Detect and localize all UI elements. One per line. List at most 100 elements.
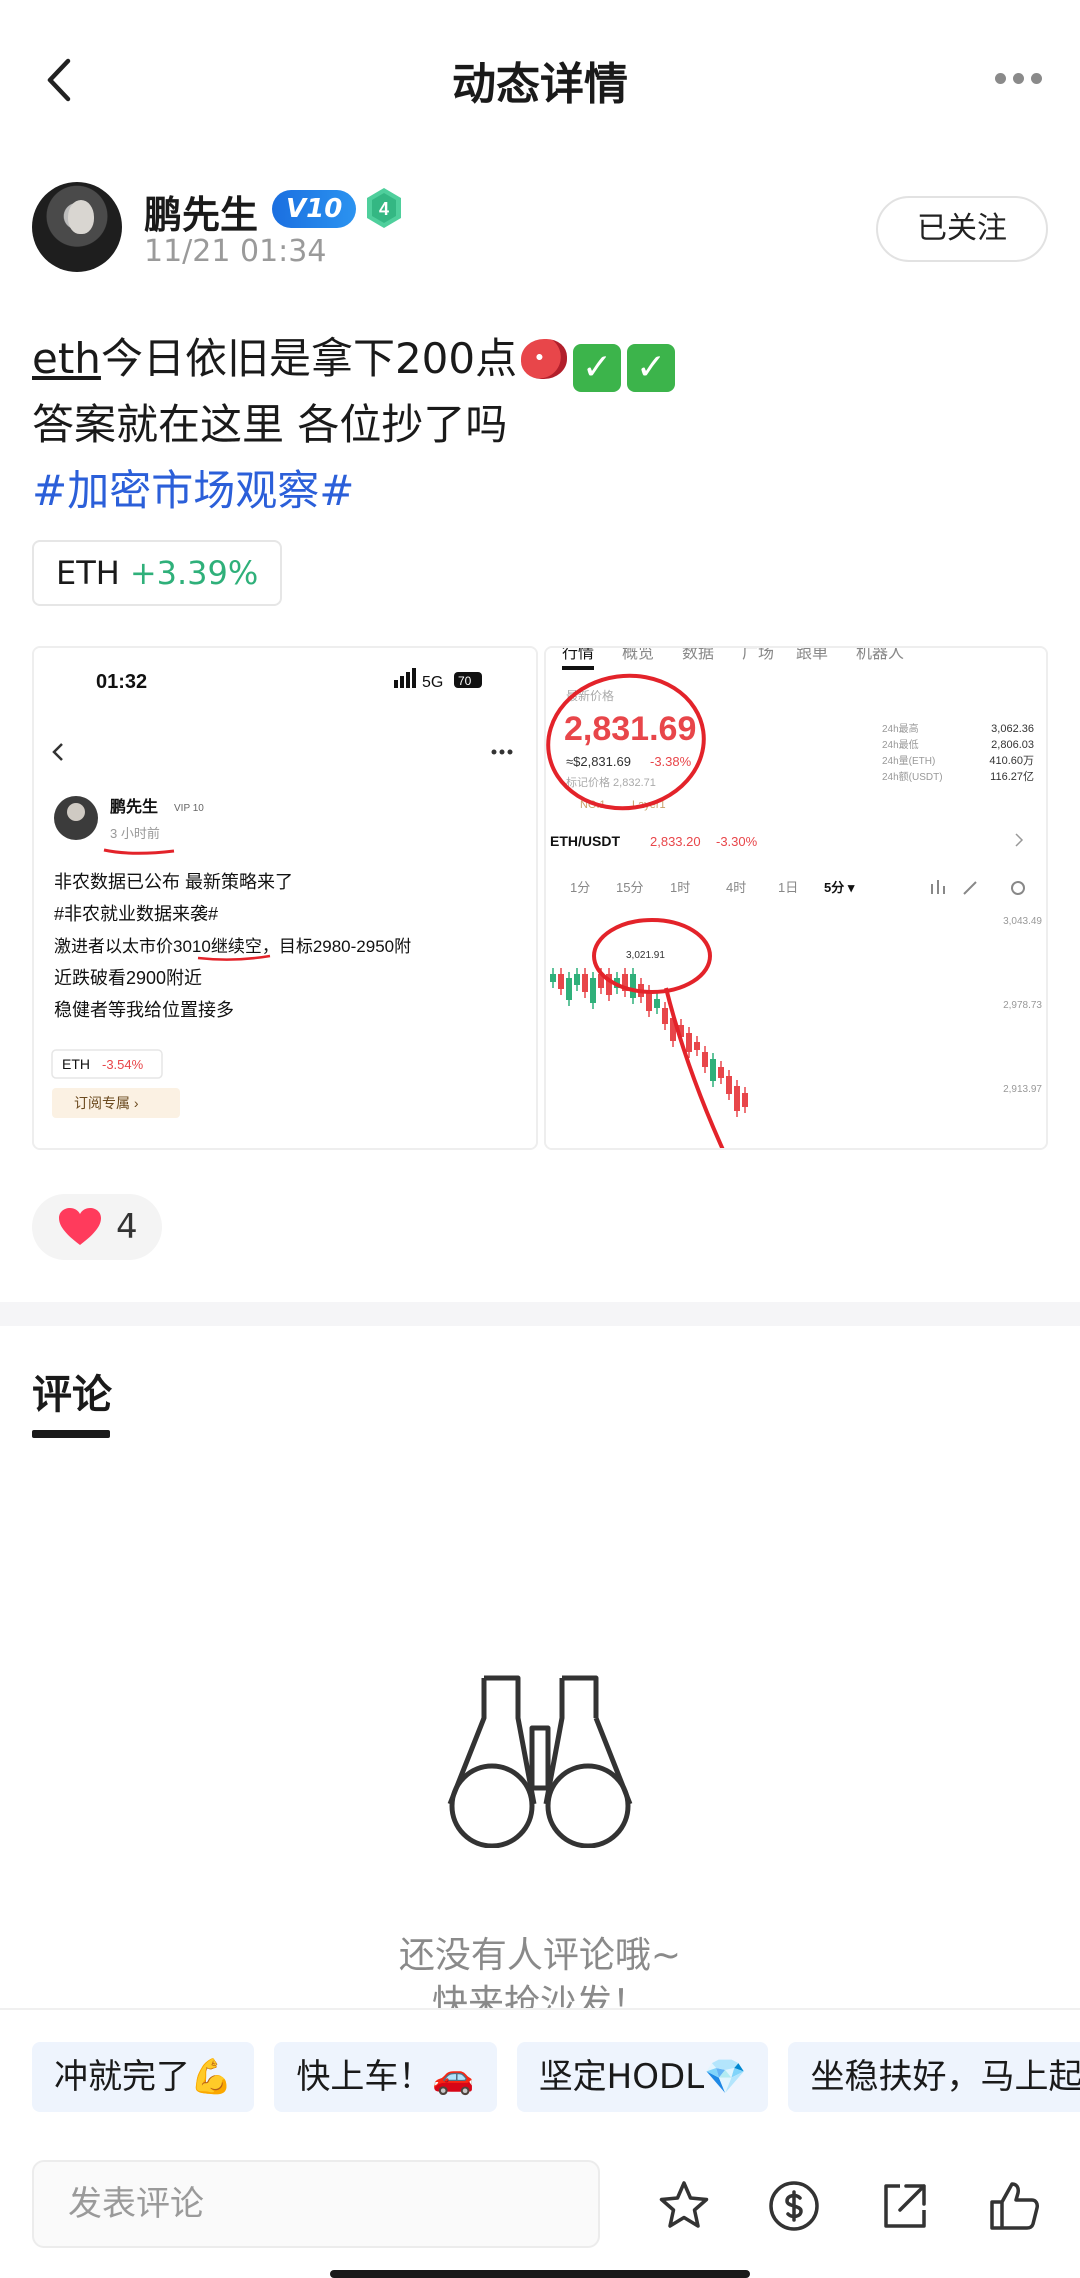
candle-body <box>558 974 564 989</box>
comment-input[interactable]: 发表评论 <box>32 2160 600 2248</box>
candle-body <box>574 974 580 985</box>
image-line-4: 近跌破看2900附近 <box>54 968 202 988</box>
candle-body <box>734 1086 740 1111</box>
market-tab: 行情 <box>562 648 594 662</box>
market-price-change: -3.38% <box>650 754 692 769</box>
author-name[interactable]: 鹏先生 <box>144 184 258 239</box>
quick-reply-chip[interactable]: 坐稳扶好，马上起飞 <box>788 2042 1080 2112</box>
interval: 15分 <box>616 880 643 895</box>
post-image-2[interactable]: 行情 概览 数据 广场 跟单 机器人 最新价格 2,831.69 ≈$2,831… <box>544 646 1048 1150</box>
candle-body <box>582 974 588 992</box>
level-number: 4 <box>379 199 389 219</box>
candle-body <box>662 1008 668 1024</box>
image-vip: VIP 10 <box>174 803 204 814</box>
like-count: 4 <box>116 1207 138 1247</box>
quick-reply-chip[interactable]: 坚定HODL💎 <box>516 2042 769 2112</box>
check-mark-icon: ✓ <box>573 344 622 392</box>
candle-body <box>630 974 636 998</box>
candle-body <box>654 999 660 1008</box>
pair-label: ETH/USDT <box>550 833 620 849</box>
image-line-5: 稳健者等我给位置接多 <box>54 1000 234 1020</box>
author-row: 鹏先生 V10 4 11/21 01:34 已关注 <box>32 182 1048 278</box>
image-time-ago: 3 小时前 <box>110 826 160 841</box>
quick-replies: 冲就完了💪 快上车！🚗 坚定HODL💎 坐稳扶好，马上起飞 <box>32 2042 1080 2114</box>
post-time: 11/21 01:34 <box>144 234 327 269</box>
page-title: 动态详情 <box>452 59 628 110</box>
stat-label: 24h最高 <box>882 722 919 735</box>
quick-reply-chip[interactable]: 快上车！🚗 <box>274 2042 497 2112</box>
more-options-button[interactable] <box>988 60 1048 96</box>
binoculars-icon <box>447 1675 633 1848</box>
pair-price: 2,833.20 <box>650 834 701 849</box>
avatar[interactable] <box>32 182 122 272</box>
empty-comments-subtext: 快来抢沙发！ <box>431 1983 648 2008</box>
post-line-2: 答案就在这里 各位抄了吗 <box>32 400 508 449</box>
interval: 1日 <box>778 880 798 895</box>
share-icon[interactable] <box>876 2178 932 2234</box>
candle-body <box>702 1052 708 1067</box>
coin-change: +3.39% <box>129 554 259 592</box>
candle-body <box>550 974 556 982</box>
market-tab: 数据 <box>682 648 714 662</box>
coin-tag[interactable]: ETH +3.39% <box>32 540 283 606</box>
stat-value: 116.27亿 <box>990 770 1034 783</box>
interval: 1时 <box>670 880 690 895</box>
tip-coin-icon[interactable] <box>766 2178 822 2234</box>
interval: 1分 <box>570 880 590 895</box>
market-tab: 跟单 <box>796 648 828 662</box>
bottom-bar: 冲就完了💪 快上车！🚗 坚定HODL💎 坐稳扶好，马上起飞 发表评论 <box>0 2008 1080 2278</box>
status-time: 01:32 <box>96 671 147 693</box>
candle-body <box>718 1067 724 1078</box>
heart-icon <box>59 1208 101 1245</box>
image-line-3: 激进者以太市价3010继续空，目标2980-2950附 <box>54 937 411 956</box>
quick-reply-chip[interactable]: 冲就完了💪 <box>32 2042 255 2112</box>
post-line-1-text: 今日依旧是拿下200点 <box>100 334 518 383</box>
level-badge-icon: 4 <box>367 188 401 228</box>
image-subscribe: 订阅专属 › <box>74 1095 139 1111</box>
screenshot-post-image: 01:32 5G 70 鹏先生 VIP 10 3 小时前 非农数据已公布 最新策… <box>34 648 536 1148</box>
post-coin-word[interactable]: eth <box>32 334 101 383</box>
candle-body <box>590 978 596 1003</box>
follow-button[interactable]: 已关注 <box>876 196 1048 262</box>
like-button[interactable]: 4 <box>32 1194 162 1260</box>
axis-label: 2,978.73 <box>1003 1000 1042 1011</box>
candle-body <box>694 1042 700 1050</box>
stat-label: 24h最低 <box>882 738 919 751</box>
battery-level: 70 <box>458 674 472 688</box>
empty-comments-text: 还没有人评论哦~ <box>398 1935 682 1976</box>
network-label: 5G <box>422 674 443 691</box>
candle-body <box>710 1059 716 1081</box>
post-line-1: eth今日依旧是拿下200点 ✓ ✓ <box>32 326 1048 392</box>
post-images: 01:32 5G 70 鹏先生 VIP 10 3 小时前 非农数据已公布 最新策… <box>32 646 1048 1150</box>
stat-value: 2,806.03 <box>991 739 1034 751</box>
stat-value: 3,062.36 <box>991 723 1034 735</box>
tab-indicator <box>32 1430 110 1438</box>
axis-label: 2,913.97 <box>1003 1084 1042 1095</box>
image-coin-change: -3.54% <box>102 1057 144 1072</box>
candle-body <box>742 1093 748 1107</box>
mark-price: 标记价格 2,832.71 <box>566 775 656 789</box>
star-icon[interactable] <box>656 2178 712 2234</box>
candle-body <box>726 1076 732 1094</box>
pair-change: -3.30% <box>716 834 758 849</box>
post-hashtag[interactable]: #加密市场观察# <box>32 458 1048 524</box>
post-image-1[interactable]: 01:32 5G 70 鹏先生 VIP 10 3 小时前 非农数据已公布 最新策… <box>32 646 538 1150</box>
market-tab: 机器人 <box>856 648 904 662</box>
peak-label: 3,021.91 <box>626 950 665 961</box>
market-tab: 概览 <box>622 648 654 662</box>
tab-comments[interactable]: 评论 <box>32 1362 112 1420</box>
interval-selected: 5分 ▾ <box>824 880 855 895</box>
coin-symbol: ETH <box>56 554 120 592</box>
screenshot-market-image: 行情 概览 数据 广场 跟单 机器人 最新价格 2,831.69 ≈$2,831… <box>546 648 1046 1148</box>
dot-icon <box>1030 72 1042 84</box>
vip-badge: V10 <box>272 190 357 228</box>
market-price-sub: ≈$2,831.69 <box>566 754 631 769</box>
home-indicator <box>330 2270 750 2278</box>
steak-emoji-icon <box>521 339 568 379</box>
thumbs-up-icon[interactable] <box>986 2178 1042 2234</box>
post-content: eth今日依旧是拿下200点 ✓ ✓ 答案就在这里 各位抄了吗 #加密市场观察# <box>32 326 1048 524</box>
more-icon <box>491 749 513 755</box>
candle-body <box>566 978 572 1000</box>
image-author: 鹏先生 <box>110 797 158 816</box>
image-coin: ETH <box>62 1056 90 1072</box>
